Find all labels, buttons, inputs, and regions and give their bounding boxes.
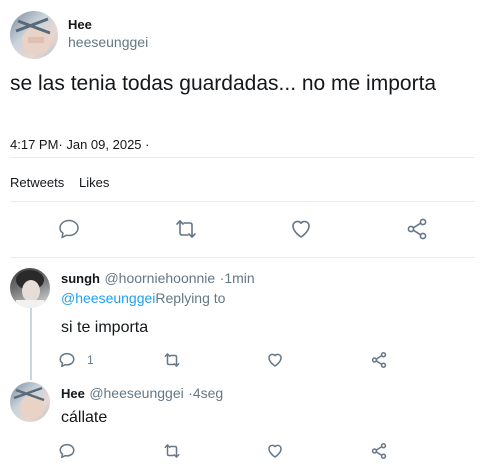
reply-header: sungh @hoorniehoonnie ·1min xyxy=(61,270,255,288)
reply-text: si te importa xyxy=(61,319,149,336)
tweet-text: se las tenia todas guardadas... no me im… xyxy=(10,72,437,95)
reply-icon[interactable] xyxy=(58,442,76,460)
replying-to: @heeseunggeiReplying to xyxy=(61,290,225,306)
reply-text: cállate xyxy=(61,409,108,426)
avatar-image xyxy=(15,17,51,55)
reply-author-handle[interactable]: @heeseunggei xyxy=(89,385,183,401)
reply-author-name[interactable]: Hee xyxy=(61,386,85,401)
share-icon[interactable] xyxy=(370,351,388,369)
divider xyxy=(10,257,475,258)
reply-avatar[interactable] xyxy=(10,382,50,422)
divider xyxy=(10,201,475,202)
likes-stat[interactable]: Likes xyxy=(79,175,109,190)
thread-line xyxy=(30,308,32,380)
retweet-icon[interactable] xyxy=(163,442,181,460)
share-icon[interactable] xyxy=(405,217,429,241)
retweet-icon[interactable] xyxy=(163,351,181,369)
reply-author-name[interactable]: sungh xyxy=(61,271,100,286)
avatar-image xyxy=(16,270,44,308)
reply-time[interactable]: ·4seg xyxy=(188,385,223,401)
replying-to-label: Replying to xyxy=(155,290,226,306)
replying-to-handle[interactable]: @heeseunggei xyxy=(61,290,155,306)
like-icon[interactable] xyxy=(289,217,313,241)
reply-count: 1 xyxy=(87,353,94,367)
reply-icon[interactable] xyxy=(57,217,81,241)
share-icon[interactable] xyxy=(370,442,388,460)
reply-header: Hee @heeseunggei ·4seg xyxy=(61,385,223,403)
retweet-icon[interactable] xyxy=(174,217,198,241)
author-avatar[interactable] xyxy=(10,11,58,59)
reply-avatar[interactable] xyxy=(10,268,50,308)
retweets-stat[interactable]: Retweets xyxy=(10,175,64,190)
divider xyxy=(10,157,475,158)
like-icon[interactable] xyxy=(266,351,284,369)
reply-time[interactable]: ·1min xyxy=(220,270,255,286)
like-icon[interactable] xyxy=(266,442,284,460)
tweet-timestamp[interactable]: 4:17 PM· Jan 09, 2025 · xyxy=(10,137,149,152)
reply-author-handle[interactable]: @hoorniehoonnie xyxy=(104,270,215,286)
author-name[interactable]: Hee xyxy=(68,17,92,32)
author-handle[interactable]: heeseunggei xyxy=(68,34,148,50)
avatar-image xyxy=(13,386,45,419)
reply-icon[interactable] xyxy=(58,351,76,369)
